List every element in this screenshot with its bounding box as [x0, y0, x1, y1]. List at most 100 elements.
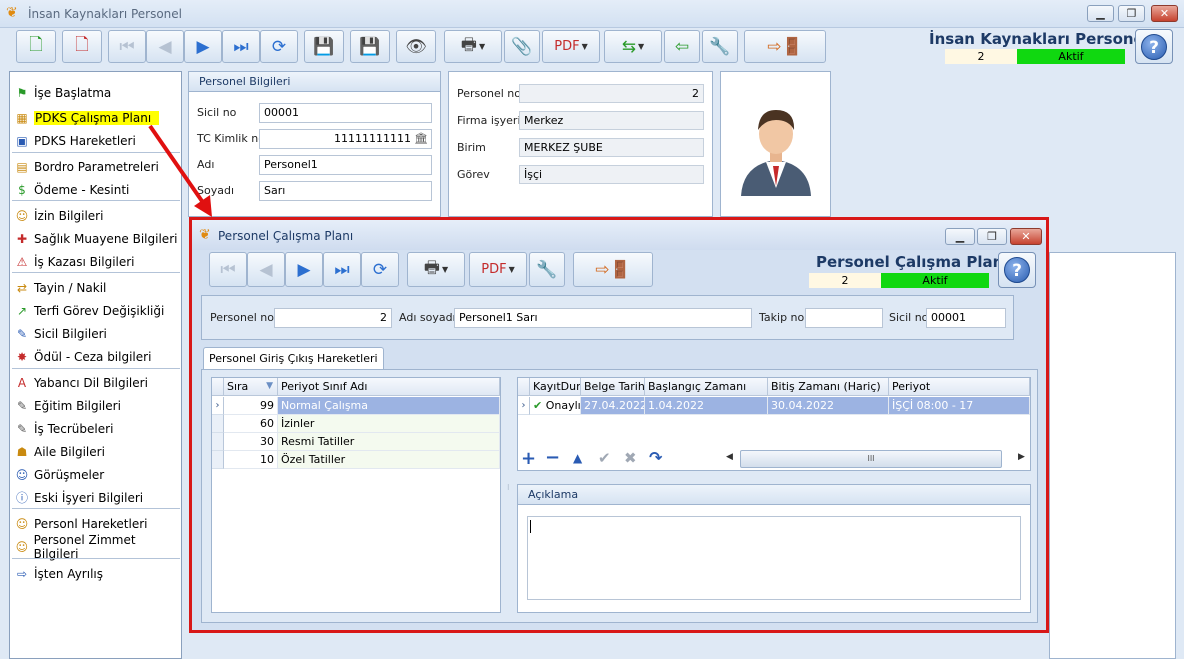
new-document-icon: 🗋: [29, 35, 43, 55]
preview-button[interactable]: 👁: [396, 30, 436, 63]
dialog-next-button[interactable]: ▶: [285, 252, 323, 287]
sidebar-item-18[interactable]: ⓘ Eski İşyeri Bilgileri: [10, 486, 181, 509]
pdf-export-button[interactable]: PDF ▼: [542, 30, 600, 63]
exit-button[interactable]: ⇨🚪: [744, 30, 826, 63]
save-button[interactable]: 💾: [304, 30, 344, 63]
sidebar-item-3[interactable]: ▣ PDKS Hareketleri: [10, 129, 181, 152]
grid-header-belge-tarihi[interactable]: Belge Tarihi: [581, 378, 645, 396]
table-row[interactable]: › 99 Normal Çalışma: [212, 397, 500, 415]
grid-header-kayitdurum[interactable]: KayıtDuru: [530, 378, 581, 396]
soyadi-field[interactable]: Sarı: [259, 181, 432, 201]
sidebar-item-5[interactable]: $ Ödeme - Kesinti: [10, 178, 181, 201]
add-row-icon[interactable]: +: [521, 448, 536, 469]
grid-header-sira[interactable]: Sıra ▼: [224, 378, 278, 396]
dialog-sicil-field[interactable]: 00001: [926, 308, 1006, 328]
sidebar-item-label: PDKS Çalışma Planı: [34, 110, 160, 125]
sidebar-item-13[interactable]: A Yabancı Dil Bilgileri: [10, 371, 181, 394]
dialog-adsoyad-field[interactable]: Personel1 Sarı: [454, 308, 752, 328]
dialog-pdf-button[interactable]: PDF ▼: [469, 252, 527, 287]
dialog-exit-button[interactable]: ⇨🚪: [573, 252, 653, 287]
sidebar-item-11[interactable]: ✎ Sicil Bilgileri: [10, 322, 181, 345]
dialog-last-button[interactable]: ⏭: [323, 252, 361, 287]
new-record-button[interactable]: 🗋: [16, 30, 56, 63]
horizontal-scrollbar-thumb[interactable]: III: [740, 450, 1002, 468]
grid-header-periyot-sinif[interactable]: Periyot Sınıf Adı: [278, 378, 500, 396]
prev-record-button[interactable]: ◀: [146, 30, 184, 63]
remove-row-icon[interactable]: −: [545, 447, 560, 468]
dialog-maximize-button[interactable]: ❐: [977, 228, 1007, 245]
grid-header-baslangic[interactable]: Başlangıç Zamanı: [645, 378, 768, 396]
header-label: Sıra: [227, 380, 249, 393]
table-row[interactable]: › ✔ Onaylı 27.04.2022 1.04.2022 30.04.20…: [518, 397, 1030, 415]
dialog-prev-button[interactable]: ◀: [247, 252, 285, 287]
table-row[interactable]: 30 Resmi Tatiller: [212, 433, 500, 451]
cancel-edit-icon[interactable]: ✖: [624, 449, 637, 467]
sidebar-item-16[interactable]: ☗ Aile Bilgileri: [10, 440, 181, 463]
cancel-save-button[interactable]: 💾: [350, 30, 390, 63]
grid-navigator: + − ▲ ✔ ✖ ↷ ◀ III ▶: [518, 447, 1030, 470]
export-button[interactable]: ⇆ ▼: [604, 30, 662, 63]
promotion-icon: ↗: [16, 303, 28, 318]
flag-icon: ⚑: [16, 85, 28, 100]
sidebar-item-label: Sağlık Muayene Bilgileri: [34, 231, 178, 246]
accept-icon[interactable]: ✔: [598, 449, 611, 467]
sidebar-item-20[interactable]: ☺ Personel Zimmet Bilgileri: [10, 532, 181, 561]
sidebar-item-12[interactable]: ✸ Ödül - Ceza bilgileri: [10, 345, 181, 368]
aciklama-textarea[interactable]: [527, 516, 1021, 600]
dialog-refresh-button[interactable]: ⟳: [361, 252, 399, 287]
header-title: İnsan Kaynakları Personel: [929, 30, 1149, 48]
sidebar-item-21[interactable]: ⇨ İşten Ayrılış: [10, 562, 181, 585]
tab-giris-cikis[interactable]: Personel Giriş Çıkış Hareketleri: [203, 347, 384, 370]
pdf-icon: PDF: [481, 262, 507, 277]
attach-button[interactable]: 📎: [504, 30, 540, 63]
dialog-minimize-button[interactable]: ▁: [945, 228, 975, 245]
table-row[interactable]: 10 Özel Tatiller: [212, 451, 500, 469]
move-up-icon[interactable]: ▲: [573, 451, 582, 465]
grid-header-bitis[interactable]: Bitiş Zamanı (Hariç): [768, 378, 889, 396]
cell-sira: 60: [224, 415, 278, 433]
sidebar-item-15[interactable]: ✎ İş Tecrübeleri: [10, 417, 181, 440]
sidebar-item-1[interactable]: ⚑ İşe Başlatma: [10, 81, 181, 104]
delete-record-button[interactable]: 🗋: [62, 30, 102, 63]
grid-header-periyot[interactable]: Periyot: [889, 378, 1030, 396]
sidebar-item-label: Personel Zimmet Bilgileri: [33, 532, 136, 561]
dialog-first-button[interactable]: ⏮: [209, 252, 247, 287]
sidebar-item-4[interactable]: ▤ Bordro Parametreleri: [10, 155, 181, 178]
first-record-button[interactable]: ⏮: [108, 30, 146, 63]
import-button[interactable]: ⇦: [664, 30, 700, 63]
refresh-button[interactable]: ⟳: [260, 30, 298, 63]
dialog-print-button[interactable]: 🖶 ▼: [407, 252, 465, 287]
dialog-adsoyad-label: Adı soyadı: [399, 311, 456, 324]
sidebar-item-2[interactable]: ▦ PDKS Çalışma Planı: [10, 106, 181, 129]
next-record-button[interactable]: ▶: [184, 30, 222, 63]
sidebar-item-7[interactable]: ✚ Sağlık Muayene Bilgileri: [10, 227, 181, 250]
minimize-button[interactable]: ▁: [1087, 5, 1114, 22]
settings-button[interactable]: 🔧: [702, 30, 738, 63]
sidebar-item-17[interactable]: ☺ Görüşmeler: [10, 463, 181, 486]
close-button[interactable]: ✕: [1151, 5, 1178, 22]
panel-title: Personel Bilgileri: [189, 72, 440, 92]
sidebar-item-9[interactable]: ⇄ Tayin / Nakil: [10, 276, 181, 299]
cell-sira: 30: [224, 433, 278, 451]
maximize-button[interactable]: ❐: [1118, 5, 1145, 22]
dialog-settings-button[interactable]: 🔧: [529, 252, 565, 287]
dialog-help-button[interactable]: ?: [998, 252, 1036, 288]
sicil-field[interactable]: 00001: [259, 103, 432, 123]
scroll-right-icon[interactable]: ▶: [1018, 452, 1025, 462]
table-row[interactable]: 60 İzinler: [212, 415, 500, 433]
print-button[interactable]: 🖶 ▼: [444, 30, 502, 63]
sidebar-item-6[interactable]: ☺ İzin Bilgileri: [10, 204, 181, 227]
dialog-personel-no-field[interactable]: 2: [274, 308, 392, 328]
last-record-button[interactable]: ⏭: [222, 30, 260, 63]
dialog-close-button[interactable]: ✕: [1010, 228, 1042, 245]
sidebar-item-14[interactable]: ✎ Eğitim Bilgileri: [10, 394, 181, 417]
scroll-left-icon[interactable]: ◀: [726, 452, 733, 462]
dialog-takip-field[interactable]: [805, 308, 883, 328]
redo-icon[interactable]: ↷: [649, 448, 662, 467]
adi-field[interactable]: Personel1: [259, 155, 432, 175]
sidebar-item-10[interactable]: ↗ Terfi Görev Değişikliği: [10, 299, 181, 322]
splitter-handle[interactable]: ⁝: [507, 484, 510, 505]
tc-field[interactable]: 11111111111 🏛: [259, 129, 432, 149]
help-button[interactable]: ?: [1135, 29, 1173, 64]
sidebar-item-8[interactable]: ⚠ İş Kazası Bilgileri: [10, 250, 181, 273]
